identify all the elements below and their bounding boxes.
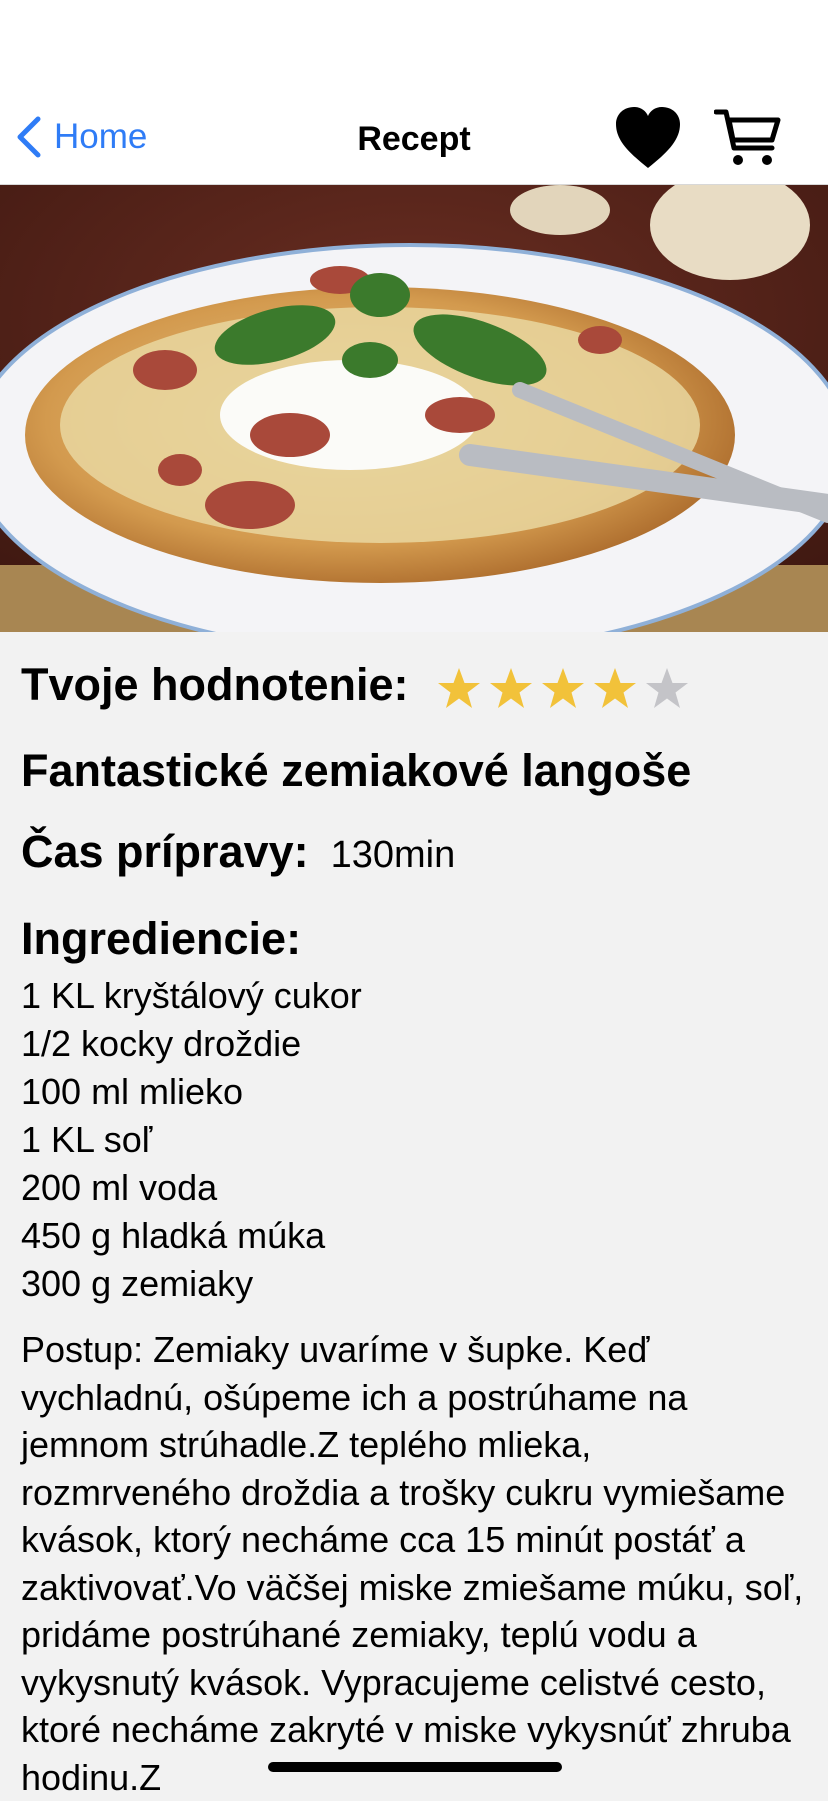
ingredient-item: 1/2 kocky droždie	[21, 1023, 302, 1064]
star-filled-icon[interactable]	[433, 664, 485, 714]
rating-row: Tvoje hodnotenie:	[21, 646, 811, 724]
recipe-details: Tvoje hodnotenie: Fantastické zemiakové …	[21, 632, 811, 1801]
ingredient-item: 200 ml voda	[21, 1167, 218, 1208]
ingredient-item: 100 ml mlieko	[21, 1071, 244, 1112]
status-bar	[0, 0, 828, 92]
star-filled-icon[interactable]	[485, 664, 537, 714]
navigation-bar: Home Recept	[0, 92, 828, 185]
star-empty-icon[interactable]	[641, 664, 693, 714]
prep-time-row: Čas prípravy: 130min	[21, 812, 811, 892]
rating-label: Tvoje hodnotenie:	[21, 659, 409, 710]
ingredients-title: Ingrediencie:	[21, 913, 302, 964]
heart-icon[interactable]	[614, 106, 682, 170]
ingredient-item: 450 g hladká múka	[21, 1215, 326, 1256]
star-rating	[433, 664, 693, 714]
recipe-photo	[0, 185, 828, 632]
prep-time-value: 130min	[330, 834, 456, 876]
recipe-steps: Postup: Zemiaky uvaríme v šupke. Keď vyc…	[21, 1329, 804, 1798]
ingredient-item: 300 g zemiaky	[21, 1263, 254, 1304]
ingredient-item: 1 KL soľ	[21, 1119, 153, 1160]
ingredient-item: 1 KL kryštálový cukor	[21, 975, 362, 1016]
home-indicator[interactable]	[268, 1762, 562, 1772]
star-filled-icon[interactable]	[537, 664, 589, 714]
prep-time-label: Čas prípravy:	[21, 826, 309, 877]
page-title: Recept	[357, 120, 471, 158]
cart-icon[interactable]	[714, 106, 782, 170]
ingredients-list: 1 KL kryštálový cukor 1/2 kocky droždie …	[21, 972, 811, 1308]
star-filled-icon[interactable]	[589, 664, 641, 714]
recipe-title: Fantastické zemiakové langoše	[21, 745, 692, 796]
